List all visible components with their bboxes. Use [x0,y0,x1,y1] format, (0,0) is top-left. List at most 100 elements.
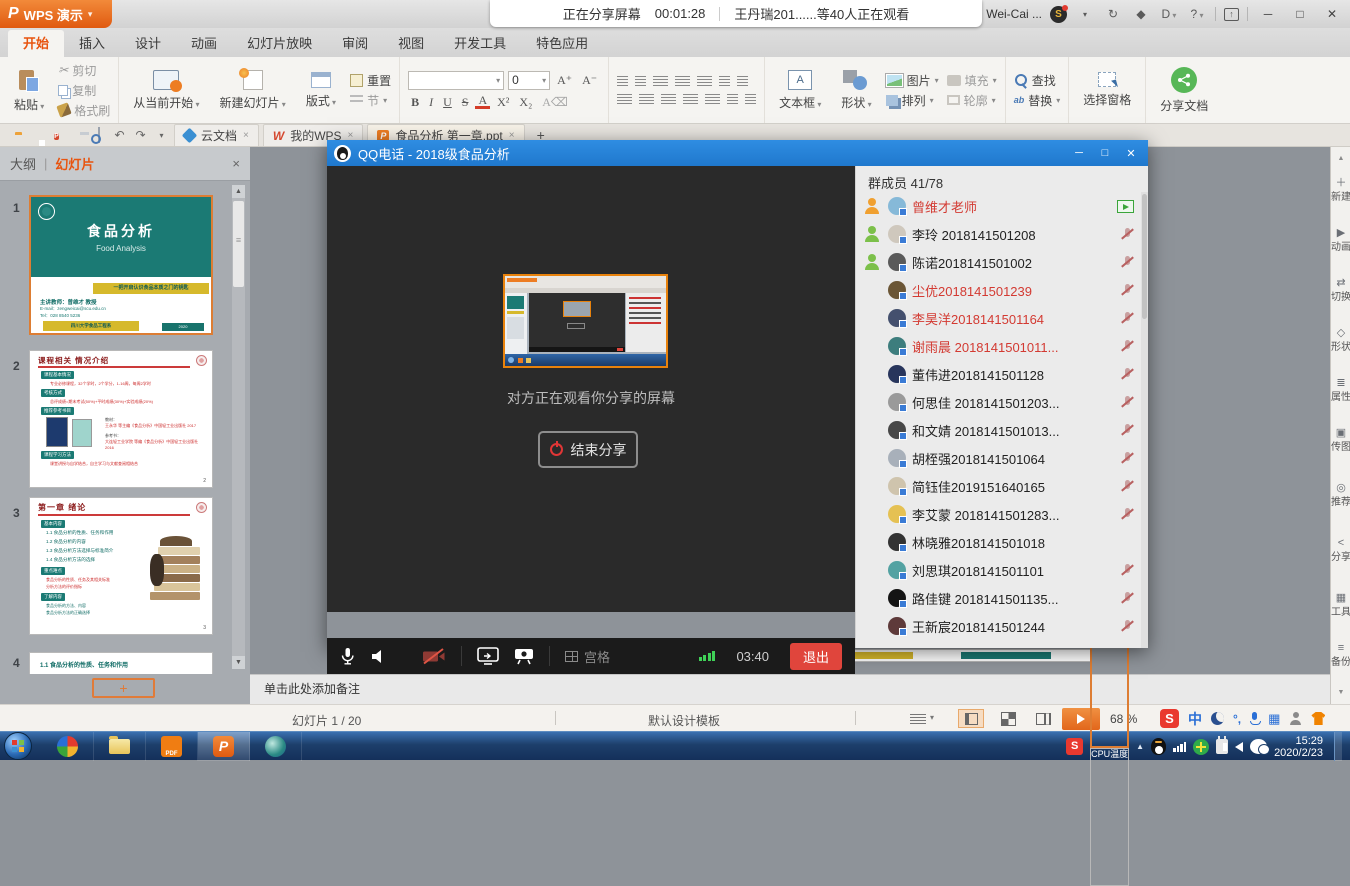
member-row[interactable]: 谢雨晨 2018141501011... [856,332,1148,360]
scroll-down-icon[interactable]: ▼ [232,656,245,669]
end-share-button[interactable]: 结束分享 [538,431,638,468]
format-painter-button[interactable]: 格式刷 [58,102,110,119]
clear-format-button[interactable]: A⌫ [539,95,571,110]
justify-icon[interactable] [683,94,698,105]
sidebar-item-shapes[interactable]: ◇形状 [1331,327,1350,353]
tab-slideshow[interactable]: 幻灯片放映 [232,30,327,57]
outline-button[interactable]: 轮廓 [947,92,997,109]
font-color-button[interactable]: A [475,95,490,109]
close-button[interactable]: ✕ [1120,147,1142,160]
help-icon[interactable]: ? [1187,7,1207,21]
taskbar-seewo[interactable] [250,732,302,761]
chevron-down-icon[interactable]: ▾ [153,131,170,140]
clock[interactable]: 15:29 2020/2/23 [1274,735,1323,759]
align-right-icon[interactable] [661,94,676,105]
slide-thumbnail-4[interactable]: 1.1 食品分析的性质、任务和作用 [29,652,213,674]
slide-thumbnail-3[interactable]: 第一章 绪论 基本内容 1.1 食品分析的性质、任务和作用 1.2 食品分析的内… [29,497,213,635]
chevron-down-icon[interactable]: ▾ [1075,10,1095,19]
italic-button[interactable]: I [426,95,436,110]
tab-view[interactable]: 视图 [383,30,439,57]
refresh-icon[interactable]: ↻ [1103,7,1123,21]
slide-thumbnail-2[interactable]: 课程相关 情况介绍 课程基本情况 专业必修课程，32个学时，2个学分，1-16周… [29,350,213,488]
close-icon[interactable]: × [243,130,249,141]
slide-thumbnail-1[interactable]: 食品分析 Food Analysis 一把开启认识食品本质之门的钥匙 主讲教师：… [29,195,213,335]
sidebar-item-share[interactable]: <分享 [1331,537,1350,563]
skin-icon[interactable]: ◆ [1131,7,1151,21]
sidebar-item-new[interactable]: ＋新建 [1331,177,1350,203]
vip-badge-icon[interactable]: S [1050,6,1067,23]
member-row[interactable]: 路佳键 2018141501135... [856,584,1148,612]
360-safety-tray-icon[interactable] [1193,739,1209,755]
voice-input-icon[interactable] [1250,712,1259,725]
member-row[interactable]: 李玲 2018141501208 [856,220,1148,248]
close-button[interactable]: ✕ [1320,7,1344,21]
undo-button[interactable]: ↶ [111,128,128,142]
bullets-icon[interactable] [617,76,628,87]
member-row[interactable]: 王新宸2018141501244 [856,612,1148,640]
align-left-icon[interactable] [617,94,632,105]
sidebar-item-animation[interactable]: ▶动画 [1331,227,1350,253]
decrease-font-button[interactable]: A⁻ [579,73,600,88]
docer-icon[interactable]: D [1159,7,1179,21]
maximize-button[interactable]: □ [1288,7,1312,21]
close-panel-button[interactable]: × [232,156,240,171]
grid-view-icon[interactable] [565,651,578,662]
tab-design[interactable]: 设计 [120,30,176,57]
font-name-select[interactable]: ▾ [408,71,504,90]
slides-scrollbar[interactable]: ▲ ▼ [232,185,245,669]
qq-titlebar[interactable]: QQ电话 - 2018级食品分析 ─ □ ✕ [327,140,1148,166]
member-row[interactable]: 胡桎强2018141501064 [856,444,1148,472]
app-logo[interactable]: P WPS 演示 ▾ [0,0,112,28]
taskbar-wps[interactable]: P [198,732,250,761]
cpu-temperature-widget[interactable]: 55℃ CPU温度 [1090,608,1129,886]
notes-input[interactable]: 单击此处添加备注 [250,674,1330,704]
whiteboard-button[interactable] [514,647,534,665]
tab-insert[interactable]: 插入 [64,30,120,57]
tab-special[interactable]: 特色应用 [521,30,603,57]
tray-expand-icon[interactable]: ▲ [1136,742,1144,751]
fill-button[interactable]: 填充 [947,72,997,89]
numbering-icon[interactable] [635,76,646,87]
tab-outline[interactable]: 大纲 [10,154,36,173]
align-center-icon[interactable] [639,94,654,105]
export-pdf-icon[interactable]: P [48,127,65,143]
qq-tray-icon[interactable] [1151,738,1166,755]
member-row[interactable]: 何思佳 2018141501203... [856,388,1148,416]
layout-button[interactable]: 版式 [300,70,342,111]
keyboard-icon[interactable]: ▦ [1268,711,1280,727]
sidebar-item-recommend[interactable]: ◎推荐 [1331,482,1350,508]
slide-sorter-button[interactable] [995,709,1021,728]
member-row[interactable]: 李艾蒙 2018141501283... [856,500,1148,528]
sidebar-item-transition[interactable]: ⇄切换 [1331,277,1350,303]
sidebar-item-tools[interactable]: ▦工具 [1331,592,1350,618]
line-spacing-icon[interactable] [737,76,748,87]
member-row[interactable]: 尘优2018141501239 [856,276,1148,304]
reading-view-button[interactable] [1030,709,1056,728]
moon-icon[interactable] [1211,712,1224,725]
play-from-current-button[interactable]: 从当前开始 [127,68,205,113]
print-preview-icon[interactable] [90,128,107,142]
decrease-indent-icon[interactable] [653,76,668,87]
punctuation-icon[interactable]: °, [1233,712,1241,726]
font-size-select[interactable]: 0▾ [508,71,550,90]
member-row[interactable]: 和文婧 2018141501013... [856,416,1148,444]
tab-review[interactable]: 审阅 [327,30,383,57]
arrange-button[interactable]: 排列 [886,92,939,109]
sogou-logo-icon[interactable]: S [1160,709,1179,728]
show-desktop-button[interactable] [1334,732,1342,761]
indent-right-icon[interactable] [745,94,756,105]
cut-button[interactable]: ✂剪切 [58,62,110,79]
maximize-button[interactable]: □ [1094,147,1116,160]
network-signal-icon[interactable] [1173,742,1186,752]
doc-tab-cloud[interactable]: 云文档 × [174,124,259,146]
speaker-button[interactable] [370,649,385,664]
minimize-button[interactable]: ─ [1256,7,1280,21]
exit-button[interactable]: 退出 [790,643,842,670]
language-mode-icon[interactable]: 中 [1188,709,1202,729]
underline-button[interactable]: U [440,95,455,110]
scroll-down-icon[interactable]: ▼ [1331,689,1350,696]
sidebar-item-properties[interactable]: ≣属性 [1331,377,1350,403]
share-screen-button[interactable] [477,647,499,665]
copy-button[interactable]: 复制 [58,82,110,99]
normal-view-button[interactable] [958,709,984,728]
